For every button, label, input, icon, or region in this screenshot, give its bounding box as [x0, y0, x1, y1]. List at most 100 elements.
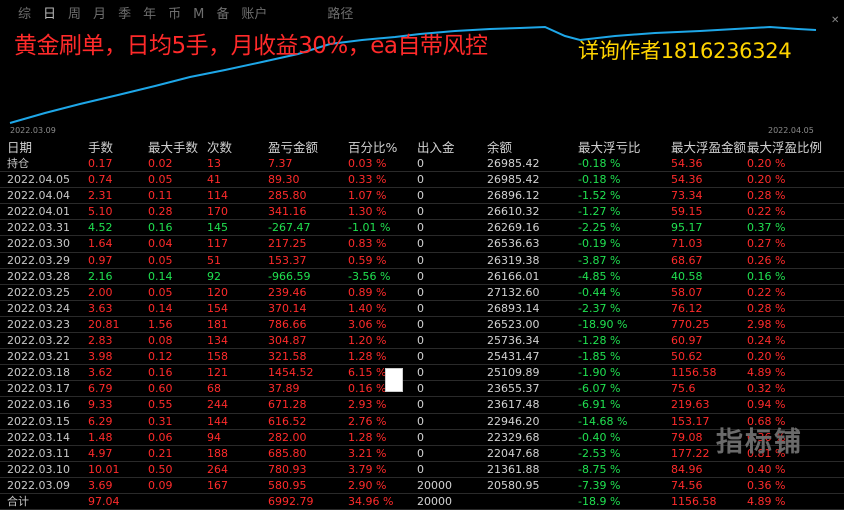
table-row[interactable]: 持仓 0.17 0.02 13 7.37 0.03 % 0 26985.42 -0.18 % 54… [0, 156, 844, 173]
table-cell: -1.27 % [578, 205, 621, 219]
table-cell: 3.98 [88, 350, 113, 364]
table-cell: 84.96 [671, 462, 703, 476]
table-cell: 68 [207, 382, 221, 396]
table-cell: 3.21 % [348, 446, 387, 460]
table-cell: 0.20 % [747, 173, 786, 187]
column-header[interactable]: 手数 [88, 139, 113, 156]
table-row[interactable]: 2022.03.10 10.01 0.50 264 780.93 3.79 % 0 21361… [0, 462, 844, 478]
table-cell: 0.32 % [747, 382, 786, 396]
table-cell: 40.58 [671, 269, 703, 283]
table-cell: 0 [417, 366, 424, 380]
table-cell: 0.50 [148, 462, 173, 476]
close-icon[interactable]: ✕ [831, 16, 841, 26]
table-cell: 20000 [417, 478, 452, 492]
table-cell: 2022.03.24 [7, 301, 70, 315]
table-cell: 170 [207, 205, 228, 219]
table-row[interactable]: 2022.03.31 4.52 0.16 145 -267.47 -1.01 % 0 2626… [0, 220, 844, 237]
column-header[interactable]: 百分比% [348, 139, 397, 156]
table-cell: 0 [417, 189, 424, 203]
table-cell: 26523.00 [487, 317, 540, 331]
table-cell: 1.28 % [348, 430, 387, 444]
table-row[interactable]: 合计 97.04 6992.79 34.96 % 20000 -18.9 % 1156.58… [0, 494, 844, 510]
table-cell: 76.12 [671, 301, 703, 315]
table-cell: 0.60 [148, 382, 173, 396]
table-cell: -6.91 % [578, 398, 621, 412]
table-row[interactable]: 2022.03.29 0.97 0.05 51 153.37 0.59 % 0 26319.3… [0, 253, 844, 269]
table-cell: 25109.89 [487, 366, 540, 380]
table-cell: 341.16 [268, 205, 307, 219]
column-header[interactable]: 最大浮盈比例 [747, 139, 822, 156]
table-cell: 26166.01 [487, 269, 540, 283]
table-cell: 97.04 [88, 494, 120, 508]
table-cell: 244 [207, 398, 228, 412]
table-row[interactable]: 2022.03.24 3.63 0.14 154 370.14 1.40 % 0 26893.… [0, 301, 844, 317]
table-cell: -6.07 % [578, 382, 621, 396]
table-row[interactable]: 2022.03.09 3.69 0.09 167 580.95 2.90 % 20000 20… [0, 478, 844, 494]
table-cell: 158 [207, 350, 228, 364]
table-cell: 27132.60 [487, 285, 540, 299]
column-header[interactable]: 最大手数 [148, 139, 198, 156]
table-row[interactable]: 2022.03.30 1.64 0.04 117 217.25 0.83 % 0 26536.… [0, 236, 844, 253]
table-cell: 2022.03.17 [7, 382, 70, 396]
table-row[interactable]: 2022.04.05 0.74 0.05 41 89.30 0.33 % 0 26985.42… [0, 172, 844, 189]
table-row[interactable]: 2022.03.17 6.79 0.60 68 37.89 0.16 % 0 23655.37… [0, 381, 844, 398]
table-cell: 177.22 [671, 446, 710, 460]
column-header[interactable]: 盈亏金额 [268, 139, 318, 156]
table-row[interactable]: 2022.03.23 20.81 1.56 181 786.66 3.06 % 0 26523… [0, 317, 844, 334]
table-cell: 370.14 [268, 301, 307, 315]
table-cell: 2022.03.22 [7, 334, 70, 348]
table-cell: 0.03 % [348, 157, 387, 170]
column-header[interactable]: 最大浮盈金额 [671, 139, 746, 156]
table-cell: 0 [417, 334, 424, 348]
table-cell: 2022.04.05 [7, 173, 70, 187]
table-cell: 0 [417, 221, 424, 235]
column-header[interactable]: 出入金 [417, 139, 455, 156]
table-cell: 0.20 % [747, 157, 786, 170]
table-cell: 22946.20 [487, 414, 540, 428]
table-cell: 0.14 [148, 301, 173, 315]
table-cell: 0 [417, 157, 424, 170]
cursor-marker [385, 368, 403, 392]
table-row[interactable]: 2022.03.18 3.62 0.16 121 1454.52 6.15 % 0 25109… [0, 365, 844, 382]
table-cell: 3.69 [88, 478, 113, 492]
table-cell: 95.17 [671, 221, 703, 235]
table-cell: 0.37 % [747, 221, 786, 235]
table-cell: 2.31 [88, 189, 113, 203]
table-cell: 26896.12 [487, 189, 540, 203]
table-cell: 41 [207, 173, 221, 187]
table-row[interactable]: 2022.04.04 2.31 0.11 114 285.80 1.07 % 0 26896.… [0, 188, 844, 205]
table-cell: 0 [417, 350, 424, 364]
table-row[interactable]: 2022.03.22 2.83 0.08 134 304.87 1.20 % 0 25736.… [0, 333, 844, 350]
column-header[interactable]: 最大浮亏比 [578, 139, 641, 156]
table-cell: -1.90 % [578, 366, 621, 380]
table-cell: -0.19 % [578, 237, 621, 251]
table-cell: 2.93 % [348, 398, 387, 412]
table-cell: 71.03 [671, 237, 703, 251]
table-row[interactable]: 2022.04.01 5.10 0.28 170 341.16 1.30 % 0 26610.… [0, 204, 844, 221]
table-cell: 0.05 [148, 173, 173, 187]
watermark-logo: 指标铺 [716, 427, 803, 458]
table-cell: 51 [207, 253, 221, 267]
table-cell: 0.16 % [747, 269, 786, 283]
promo-headline: 黄金刷单，日均5手，月收益30%，ea自带风控 [14, 33, 488, 59]
table-row[interactable]: 2022.03.25 2.00 0.05 120 239.46 0.89 % 0 27132.… [0, 285, 844, 301]
table-cell: 0.33 % [348, 173, 387, 187]
column-header[interactable]: 次数 [207, 139, 232, 156]
table-row[interactable]: 2022.03.28 2.16 0.14 92 -966.59 -3.56 % 0 26166… [0, 269, 844, 285]
table-cell: -1.52 % [578, 189, 621, 203]
chart-start-date: 2022.03.09 [10, 126, 56, 135]
table-cell: 92 [207, 269, 221, 283]
table-cell: 0.27 % [747, 237, 786, 251]
table-cell: 154 [207, 301, 228, 315]
table-cell: 2022.03.18 [7, 366, 70, 380]
table-cell: 73.34 [671, 189, 703, 203]
table-row[interactable]: 2022.03.16 9.33 0.55 244 671.28 2.93 % 0 23617.… [0, 397, 844, 414]
table-row[interactable]: 2022.03.21 3.98 0.12 158 321.58 1.28 % 0 25431.… [0, 349, 844, 366]
table-cell: 6.29 [88, 414, 113, 428]
table-cell: 13 [207, 157, 221, 170]
table-cell: -2.37 % [578, 301, 621, 315]
column-header[interactable]: 余额 [487, 139, 512, 156]
column-header[interactable]: 日期 [7, 139, 32, 156]
table-cell: 7.37 [268, 157, 293, 170]
table-cell: -14.68 % [578, 414, 628, 428]
